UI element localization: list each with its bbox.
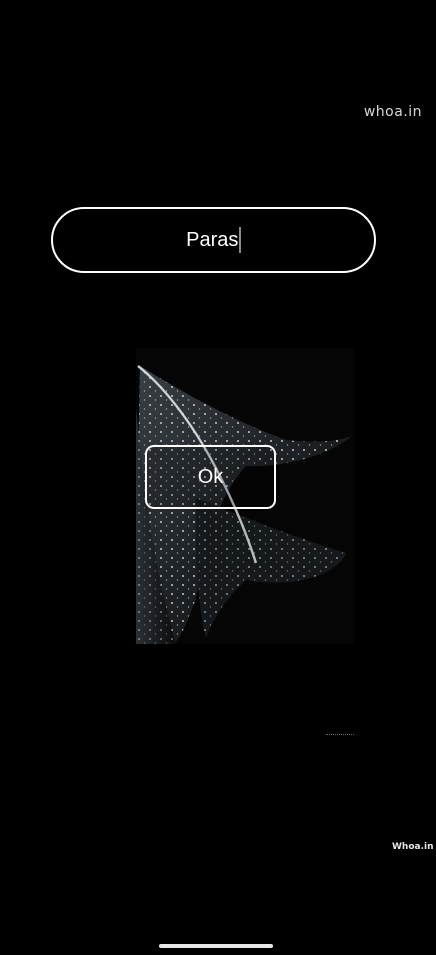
- name-input[interactable]: Paras: [51, 207, 376, 273]
- image-divider: [326, 734, 354, 735]
- ok-button[interactable]: Ok: [145, 445, 276, 509]
- watermark-bottom: Whoa.in: [392, 842, 434, 852]
- text-cursor: [239, 227, 241, 253]
- watermark-top: whoa.in: [363, 104, 422, 120]
- app-screen: whoa.in Paras Ok Whoa.in: [0, 0, 436, 955]
- name-input-value: Paras: [186, 228, 239, 251]
- ok-button-label: Ok: [197, 465, 224, 488]
- home-indicator[interactable]: [159, 944, 273, 948]
